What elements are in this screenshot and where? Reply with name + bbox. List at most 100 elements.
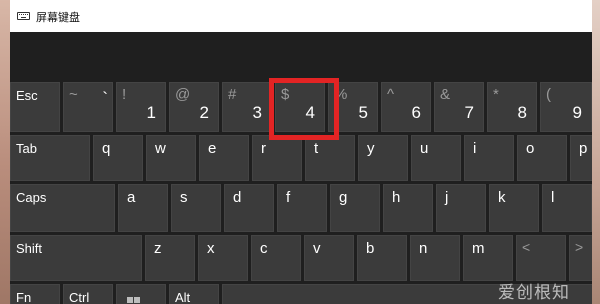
key-k[interactable]: k <box>489 184 539 232</box>
key-r[interactable]: r <box>252 135 302 181</box>
key-char: s <box>180 189 188 206</box>
key-n[interactable]: n <box>410 235 460 281</box>
on-screen-keyboard-window: 屏幕键盘 Esc ~ ` ! 1 @ 2 # 3 $ 4 % 5 ^ 6 & 7… <box>10 0 592 304</box>
key-char: d <box>233 189 242 206</box>
key-m[interactable]: m <box>463 235 513 281</box>
key-i[interactable]: i <box>464 135 514 181</box>
key-backtick[interactable]: ~ ` <box>63 82 113 132</box>
key-shift-char: ! <box>122 86 127 103</box>
key-char: v <box>313 240 321 257</box>
key-f[interactable]: f <box>277 184 327 232</box>
key-shift-char: > <box>575 239 584 255</box>
key-char: q <box>102 140 111 157</box>
key-label: Caps <box>16 190 47 205</box>
key-fn[interactable]: Fn <box>10 284 60 304</box>
key-shift-char: # <box>228 86 237 103</box>
watermark-text: 爱创根知识网 <box>498 283 570 303</box>
key-7[interactable]: & 7 <box>434 82 484 132</box>
key-char: y <box>367 140 375 157</box>
key-period[interactable]: > <box>569 235 592 281</box>
key-shift-char: * <box>493 86 499 103</box>
key-label: Tab <box>16 141 37 156</box>
key-char: 2 <box>199 103 209 122</box>
key-l[interactable]: l <box>542 184 592 232</box>
key-shift-char: ~ <box>69 86 78 103</box>
keyboard-area: Esc ~ ` ! 1 @ 2 # 3 $ 4 % 5 ^ 6 & 7 * 8 … <box>10 32 592 304</box>
key-windows[interactable] <box>116 284 166 304</box>
key-char: 3 <box>252 103 262 122</box>
key-q[interactable]: q <box>93 135 143 181</box>
windows-logo-icon <box>127 297 141 304</box>
key-x[interactable]: x <box>198 235 248 281</box>
key-h[interactable]: h <box>383 184 433 232</box>
key-char: z <box>154 240 162 257</box>
key-char: u <box>420 140 429 157</box>
key-char: o <box>526 140 535 157</box>
key-char: m <box>472 240 485 257</box>
key-char: j <box>445 189 449 206</box>
key-shift-char: ( <box>546 86 551 103</box>
key-label: Ctrl <box>69 290 90 304</box>
key-shift-char: < <box>522 239 531 255</box>
key-char: p <box>579 140 588 157</box>
window-title: 屏幕键盘 <box>36 11 80 24</box>
key-char: f <box>286 189 291 206</box>
key-c[interactable]: c <box>251 235 301 281</box>
key-p[interactable]: p <box>570 135 592 181</box>
key-comma[interactable]: < <box>516 235 566 281</box>
key-shift-char: @ <box>175 86 191 103</box>
key-u[interactable]: u <box>411 135 461 181</box>
key-2[interactable]: @ 2 <box>169 82 219 132</box>
key-char: h <box>392 189 401 206</box>
key-o[interactable]: o <box>517 135 567 181</box>
key-label: Fn <box>16 290 32 304</box>
title-bar[interactable]: 屏幕键盘 <box>10 0 592 32</box>
key-tab[interactable]: Tab <box>10 135 90 181</box>
key-8[interactable]: * 8 <box>487 82 537 132</box>
key-t[interactable]: t <box>305 135 355 181</box>
key-w[interactable]: w <box>146 135 196 181</box>
key-char: k <box>498 189 506 206</box>
key-char: 9 <box>572 103 582 122</box>
key-char: w <box>155 140 166 157</box>
key-g[interactable]: g <box>330 184 380 232</box>
key-d[interactable]: d <box>224 184 274 232</box>
key-z[interactable]: z <box>145 235 195 281</box>
key-char: l <box>551 189 555 206</box>
key-label: Esc <box>16 88 38 103</box>
key-char: a <box>127 189 136 206</box>
key-char: ` <box>102 89 108 108</box>
key-label: Shift <box>16 241 43 256</box>
key-char: 7 <box>464 103 474 122</box>
key-char: c <box>260 240 268 257</box>
key-shift[interactable]: Shift <box>10 235 142 281</box>
key-char: 8 <box>517 103 527 122</box>
key-esc[interactable]: Esc <box>10 82 60 132</box>
key-char: b <box>366 240 375 257</box>
key-s[interactable]: s <box>171 184 221 232</box>
key-ctrl[interactable]: Ctrl <box>63 284 113 304</box>
key-char: g <box>339 189 348 206</box>
key-shift-char: ^ <box>387 86 395 103</box>
key-char: r <box>261 140 266 157</box>
key-e[interactable]: e <box>199 135 249 181</box>
key-j[interactable]: j <box>436 184 486 232</box>
key-label: Alt <box>175 290 191 304</box>
key-1[interactable]: ! 1 <box>116 82 166 132</box>
key-9[interactable]: ( 9 <box>540 82 592 132</box>
key-shift-char: & <box>440 86 451 103</box>
highlight-box <box>269 78 339 140</box>
key-3[interactable]: # 3 <box>222 82 272 132</box>
keyboard-icon <box>17 12 30 20</box>
key-char: t <box>314 140 319 157</box>
key-char: 6 <box>411 103 421 122</box>
key-alt[interactable]: Alt <box>169 284 219 304</box>
key-6[interactable]: ^ 6 <box>381 82 431 132</box>
key-a[interactable]: a <box>118 184 168 232</box>
key-v[interactable]: v <box>304 235 354 281</box>
key-caps[interactable]: Caps <box>10 184 115 232</box>
key-char: i <box>473 140 477 157</box>
key-y[interactable]: y <box>358 135 408 181</box>
key-b[interactable]: b <box>357 235 407 281</box>
key-char: 1 <box>146 103 156 122</box>
